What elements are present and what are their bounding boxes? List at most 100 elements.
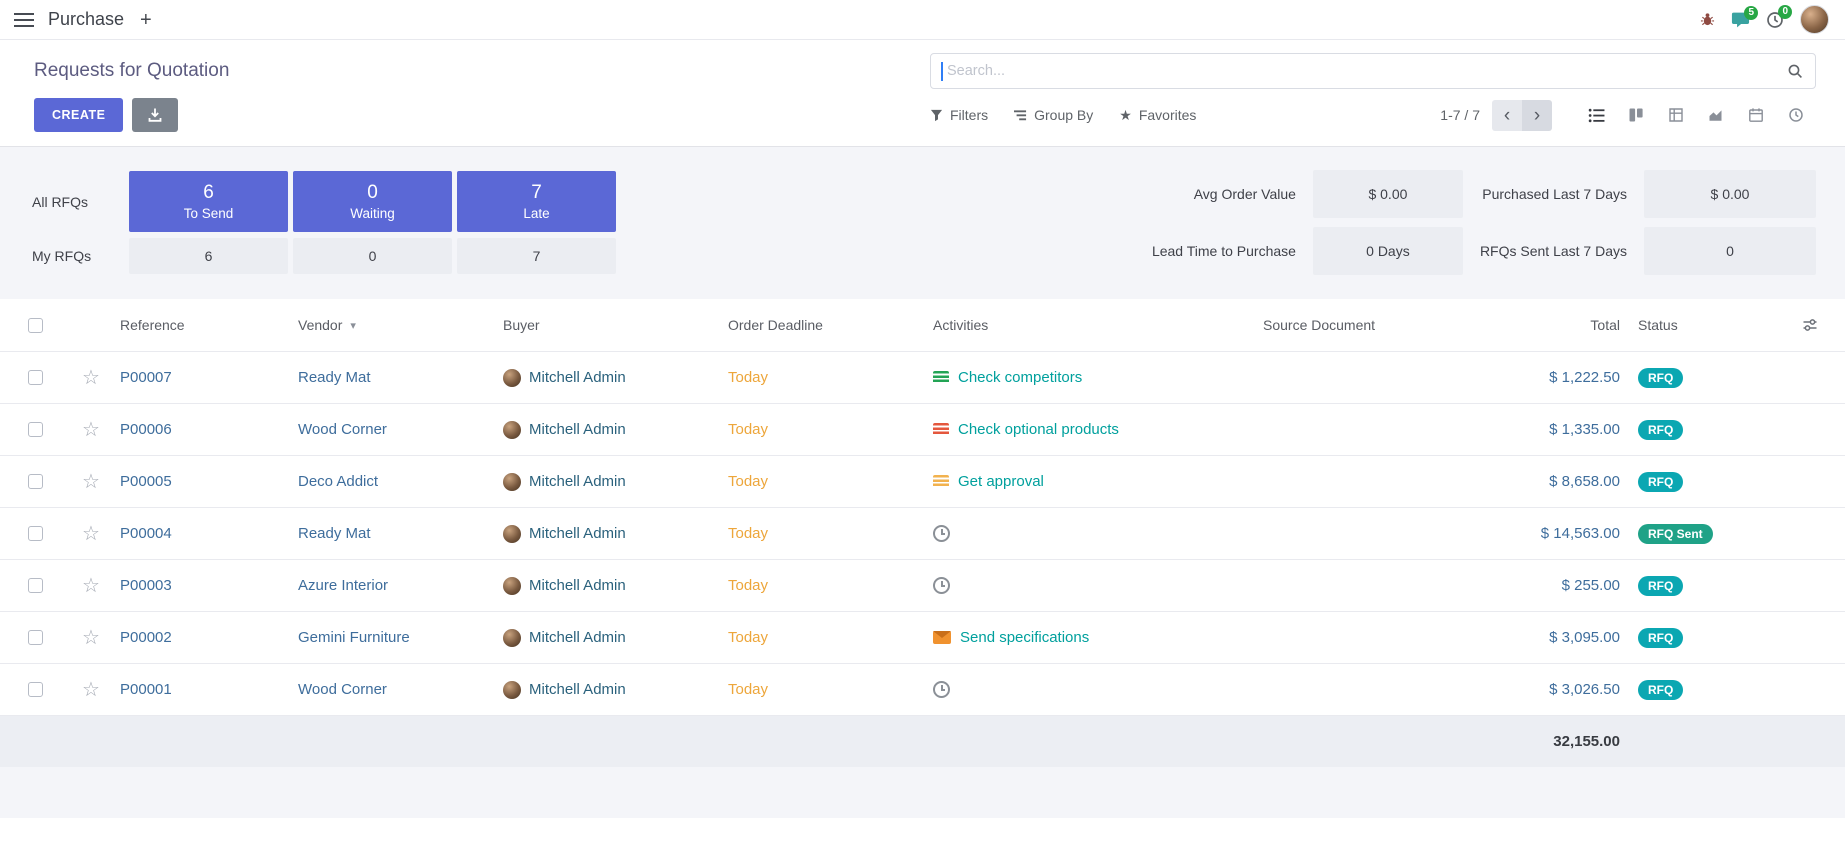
column-header-status[interactable]: Status — [1630, 317, 1775, 333]
buyer-name[interactable]: Mitchell Admin — [529, 473, 626, 490]
favorite-star-icon[interactable]: ☆ — [82, 524, 100, 544]
activity-type-icon[interactable] — [933, 475, 949, 488]
select-all-checkbox[interactable] — [28, 318, 43, 333]
favorites-button[interactable]: ★ Favorites — [1119, 107, 1196, 124]
column-header-total[interactable]: Total — [1450, 317, 1630, 333]
row-checkbox[interactable] — [28, 422, 43, 437]
buyer-name[interactable]: Mitchell Admin — [529, 421, 626, 438]
column-header-order-deadline[interactable]: Order Deadline — [720, 317, 925, 333]
pager-next-button[interactable]: › — [1522, 100, 1552, 131]
row-checkbox[interactable] — [28, 474, 43, 489]
table-row[interactable]: ☆ P00004 Ready Mat Mitchell Admin Today … — [0, 508, 1845, 560]
vendor-link[interactable]: Gemini Furniture — [298, 629, 410, 646]
activity-clock-icon[interactable] — [933, 525, 950, 542]
row-checkbox[interactable] — [28, 370, 43, 385]
activity-clock-icon[interactable] — [933, 681, 950, 698]
favorite-star-icon[interactable]: ☆ — [82, 420, 100, 440]
reference-link[interactable]: P00002 — [120, 629, 172, 646]
favorite-star-icon[interactable]: ☆ — [82, 368, 100, 388]
my-rfqs-label[interactable]: My RFQs — [32, 238, 124, 274]
activity-type-icon[interactable] — [933, 423, 949, 436]
search-icon[interactable] — [1787, 63, 1803, 83]
activity-clock-icon[interactable] — [933, 577, 950, 594]
graph-view-icon[interactable] — [1696, 100, 1736, 131]
reference-link[interactable]: P00003 — [120, 577, 172, 594]
stat-label-rfqs-sent-last-7-days: RFQs Sent Last 7 Days — [1480, 243, 1627, 259]
status-badge: RFQ — [1638, 576, 1683, 596]
buyer-name[interactable]: Mitchell Admin — [529, 577, 626, 594]
row-checkbox[interactable] — [28, 526, 43, 541]
calendar-view-icon[interactable] — [1736, 100, 1776, 131]
vendor-link[interactable]: Ready Mat — [298, 525, 371, 542]
tile-to-send[interactable]: 6 To Send — [129, 171, 288, 232]
navbar-right: 5 0 — [1700, 5, 1829, 34]
table-row[interactable]: ☆ P00002 Gemini Furniture Mitchell Admin… — [0, 612, 1845, 664]
buyer-name[interactable]: Mitchell Admin — [529, 369, 626, 386]
stat-label-lead-time: Lead Time to Purchase — [1152, 243, 1296, 259]
favorite-star-icon[interactable]: ☆ — [82, 680, 100, 700]
tile-my-to-send[interactable]: 6 — [129, 238, 288, 274]
table-row[interactable]: ☆ P00005 Deco Addict Mitchell Admin Toda… — [0, 456, 1845, 508]
list-view-icon[interactable] — [1576, 100, 1616, 131]
stat-value-avg-order-value: $ 0.00 — [1313, 170, 1463, 218]
table-row[interactable]: ☆ P00003 Azure Interior Mitchell Admin T… — [0, 560, 1845, 612]
search-bar[interactable] — [930, 53, 1816, 89]
messages-icon[interactable]: 5 — [1731, 12, 1750, 28]
activity-type-icon[interactable] — [933, 371, 949, 384]
activity-label[interactable]: Check optional products — [958, 421, 1119, 438]
search-input[interactable] — [931, 54, 1815, 88]
tile-late[interactable]: 7 Late — [457, 171, 616, 232]
reference-link[interactable]: P00004 — [120, 525, 172, 542]
tile-waiting[interactable]: 0 Waiting — [293, 171, 452, 232]
reference-link[interactable]: P00006 — [120, 421, 172, 438]
favorite-star-icon[interactable]: ☆ — [82, 472, 100, 492]
user-avatar[interactable] — [1800, 5, 1829, 34]
activity-label[interactable]: Check competitors — [958, 369, 1082, 386]
row-checkbox[interactable] — [28, 630, 43, 645]
vendor-link[interactable]: Wood Corner — [298, 681, 387, 698]
pivot-view-icon[interactable] — [1656, 100, 1696, 131]
column-header-source-document[interactable]: Source Document — [1255, 317, 1450, 333]
buyer-name[interactable]: Mitchell Admin — [529, 681, 626, 698]
favorite-star-icon[interactable]: ☆ — [82, 576, 100, 596]
reference-link[interactable]: P00005 — [120, 473, 172, 490]
vendor-link[interactable]: Wood Corner — [298, 421, 387, 438]
tile-my-waiting[interactable]: 0 — [293, 238, 452, 274]
order-deadline: Today — [728, 577, 768, 594]
app-title[interactable]: Purchase — [48, 9, 124, 30]
table-row[interactable]: ☆ P00006 Wood Corner Mitchell Admin Toda… — [0, 404, 1845, 456]
activities-clock-icon[interactable]: 0 — [1766, 11, 1784, 29]
column-header-activities[interactable]: Activities — [925, 317, 1255, 333]
tile-my-late[interactable]: 7 — [457, 238, 616, 274]
buyer-name[interactable]: Mitchell Admin — [529, 629, 626, 646]
favorite-star-icon[interactable]: ☆ — [82, 628, 100, 648]
vendor-link[interactable]: Azure Interior — [298, 577, 388, 594]
activity-label[interactable]: Send specifications — [960, 629, 1089, 646]
buyer-name[interactable]: Mitchell Admin — [529, 525, 626, 542]
activity-envelope-icon[interactable] — [933, 631, 951, 644]
plus-icon[interactable]: + — [138, 10, 154, 30]
kanban-view-icon[interactable] — [1616, 100, 1656, 131]
pager-previous-button[interactable]: ‹ — [1492, 100, 1522, 131]
filters-button[interactable]: Filters — [930, 107, 988, 123]
column-header-buyer[interactable]: Buyer — [495, 317, 720, 333]
group-by-button[interactable]: Group By — [1014, 107, 1093, 123]
table-row[interactable]: ☆ P00001 Wood Corner Mitchell Admin Toda… — [0, 664, 1845, 716]
export-button[interactable] — [132, 98, 178, 132]
all-rfqs-label[interactable]: All RFQs — [32, 171, 124, 232]
table-row[interactable]: ☆ P00007 Ready Mat Mitchell Admin Today … — [0, 352, 1845, 404]
column-header-reference[interactable]: Reference — [112, 317, 290, 333]
vendor-link[interactable]: Deco Addict — [298, 473, 378, 490]
row-checkbox[interactable] — [28, 578, 43, 593]
optional-columns-icon[interactable] — [1802, 317, 1818, 333]
row-checkbox[interactable] — [28, 682, 43, 697]
menu-icon[interactable] — [14, 13, 34, 27]
create-button[interactable]: CREATE — [34, 98, 123, 132]
vendor-link[interactable]: Ready Mat — [298, 369, 371, 386]
activity-view-icon[interactable] — [1776, 100, 1816, 131]
reference-link[interactable]: P00001 — [120, 681, 172, 698]
debug-bug-icon[interactable] — [1700, 12, 1715, 27]
column-header-vendor[interactable]: Vendor▾ — [290, 317, 495, 333]
activity-label[interactable]: Get approval — [958, 473, 1044, 490]
reference-link[interactable]: P00007 — [120, 369, 172, 386]
